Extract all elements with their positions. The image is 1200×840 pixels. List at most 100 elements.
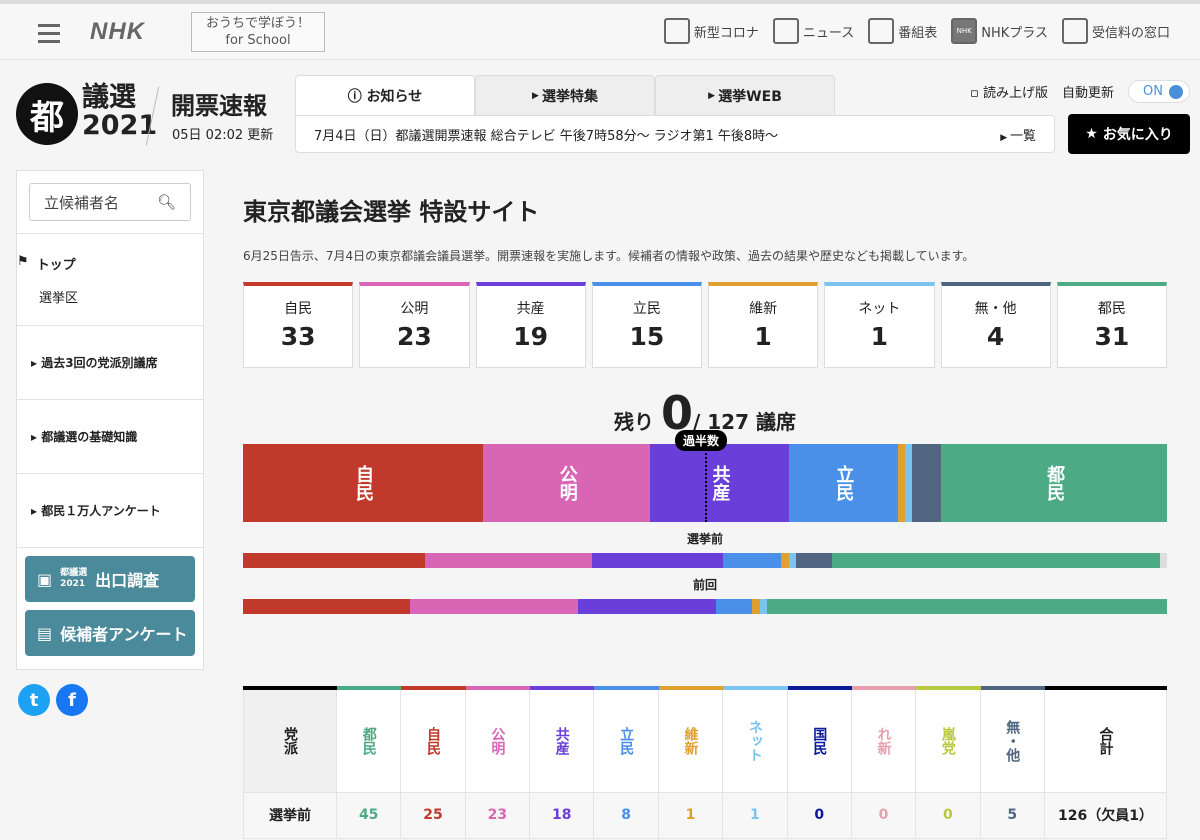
total-header: 合計	[1044, 686, 1167, 793]
nav-domo[interactable]: 受信料の窓口	[1061, 18, 1170, 44]
title-line1: 議選	[82, 82, 136, 113]
tab-notice[interactable]: ⓘ お知らせ	[295, 75, 475, 115]
school-line2: for School	[225, 33, 291, 48]
twitter-icon[interactable]: t	[18, 684, 50, 716]
sidebar-item-top[interactable]: ⚑ トップ	[17, 254, 203, 273]
party-card: ネット 1	[824, 282, 935, 368]
top-label: トップ	[36, 258, 76, 273]
table-row: 選挙前 45 25 23 18 8 1 1 0 0 0 5 126（欠員1）	[243, 791, 1167, 839]
majority-label: 過半数	[675, 430, 728, 451]
previous-label: 前回	[692, 578, 717, 592]
party-seats: 23	[396, 322, 432, 351]
nhk-logo[interactable]: NHK	[90, 18, 145, 46]
nav-label: NHKプラス	[981, 25, 1048, 41]
triangle-icon: ▶	[1000, 132, 1010, 143]
tab-label: お知らせ	[366, 88, 423, 105]
title-year: 2021	[82, 110, 158, 141]
sidebar: 立候補者名 🔍︎ ⚑ トップ 選挙区 ▸ 過去3回の党派別議席 ▸ 都議選の基礎知識…	[16, 170, 204, 670]
party-seats: 4	[986, 322, 1005, 351]
remain-label: 残り	[614, 410, 655, 434]
menu-icon[interactable]	[38, 24, 60, 48]
tab-feature[interactable]: ▶ 選挙特集	[475, 75, 655, 115]
seat-segment	[715, 599, 753, 614]
party-name: 立民	[632, 301, 661, 317]
seat-cell: 5	[979, 791, 1046, 839]
party-seats: 31	[1094, 322, 1130, 351]
nav-news[interactable]: ニュース	[772, 18, 855, 44]
party-seats: 19	[513, 322, 549, 351]
auto-update-label: 自動更新	[1062, 86, 1115, 101]
party-seats: 1	[754, 322, 772, 351]
party-column-header: 共産	[529, 686, 595, 793]
tab-label: 選挙特集	[542, 88, 599, 105]
description: 6月25日告示、7月4日の東京都議会議員選挙。開票速報を実施します。候補者の情報…	[243, 249, 975, 263]
candidate-search-input[interactable]: 立候補者名 🔍︎	[29, 183, 191, 221]
survey-icon: ▤	[37, 623, 53, 643]
facebook-icon[interactable]: f	[56, 684, 88, 716]
sidebar-item-basics[interactable]: ▸ 都議選の基礎知識	[17, 399, 203, 473]
seat-segment	[788, 553, 796, 568]
seat-segment	[243, 599, 411, 614]
party-column-header: 自民	[400, 686, 466, 793]
party-column-header: ネット	[722, 686, 788, 793]
party-card: 無・他 4	[940, 282, 1051, 368]
tab-web[interactable]: ▶ 選挙WEB	[655, 75, 835, 115]
btn-label: 候補者アンケート	[60, 625, 188, 644]
exit-poll-button[interactable]: ▣ 都議選 2021 出口調査	[25, 556, 195, 602]
notice-text[interactable]: 7月4日（日）都議選開票速報 総合テレビ 午後7時58分～ ラジオ第1 午後8時…	[314, 125, 778, 144]
read-aloud-label: 読み上げ版	[983, 86, 1049, 101]
total-cell: 126（欠員1）	[1044, 791, 1167, 839]
seat-segment	[905, 444, 913, 522]
previous-seat-bar	[243, 599, 1167, 614]
read-aloud-link[interactable]: ▫ 読み上げ版	[970, 82, 1048, 101]
before-seat-bar	[243, 553, 1167, 568]
item-label: 都民１万人アンケート	[41, 504, 161, 518]
seat-cards: 自民 33 公明 23 共産 19 立民 15 維新 1 ネット 1 無・他 4 都民 31	[243, 282, 1167, 368]
nav-nhk-plus[interactable]: NHK NHKプラス	[951, 18, 1048, 44]
poll-icon: ▣	[37, 569, 53, 589]
sidebar-item-past-seats[interactable]: ▸ 過去3回の党派別議席	[17, 325, 203, 399]
auto-update-toggle[interactable]: ON	[1128, 80, 1190, 103]
seat-segment	[410, 599, 578, 614]
nav-program-guide[interactable]: 番組表	[868, 18, 937, 44]
party-card: 共産 19	[475, 282, 586, 368]
nav-label: 受信料の窓口	[1091, 25, 1170, 41]
program-guide-icon	[868, 18, 895, 44]
tab-label: 選挙WEB	[718, 88, 782, 105]
info-icon: ⓘ	[347, 88, 367, 105]
party-column-header: 無・他	[979, 686, 1046, 793]
nav-corona[interactable]: 新型コロナ	[663, 18, 759, 44]
notice-list-link[interactable]: ▶ 一覧	[1000, 125, 1036, 144]
party-column-header: れ新	[850, 686, 917, 793]
seat-segment	[577, 599, 716, 614]
seat-cell: 0	[915, 791, 981, 839]
sidebar-item-survey[interactable]: ▸ 都民１万人アンケート	[17, 473, 203, 547]
sidebar-item-district[interactable]: 選挙区	[17, 287, 203, 306]
nav-label: ニュース	[802, 25, 855, 41]
seat-cell: 25	[400, 791, 466, 839]
seat-segment	[832, 553, 1160, 568]
btn-small: 2021	[60, 579, 86, 589]
favorite-button[interactable]: ★ お気に入り	[1068, 114, 1190, 154]
party-name: 共産	[516, 301, 545, 317]
election-header: 都 議選 2021 開票速報 05日 02:02 更新 ⓘ お知らせ ▶ 選挙特集…	[0, 60, 1200, 165]
news-icon	[772, 18, 799, 44]
party-seats: 33	[280, 322, 316, 351]
seat-segment	[424, 553, 593, 568]
candidate-survey-button[interactable]: ▤ 候補者アンケート	[25, 610, 195, 656]
seat-segment	[592, 553, 724, 568]
for-school-link[interactable]: おうちで学ぼう！ for School	[191, 12, 325, 52]
seat-segment	[752, 599, 760, 614]
seat-segment: 都民	[941, 444, 1167, 522]
seat-segment	[759, 599, 767, 614]
party-column-header: 国民	[786, 686, 852, 793]
nav-label: 新型コロナ	[693, 25, 759, 41]
seat-segment	[912, 444, 942, 522]
search-icon[interactable]: 🔍︎	[157, 193, 176, 211]
global-nav: 新型コロナ ニュース 番組表 NHK NHKプラス 受信料の窓口	[663, 18, 1170, 44]
party-column-header: 立民	[593, 686, 659, 793]
seat-segment: 自民	[243, 444, 484, 522]
nav-label: 番組表	[898, 25, 938, 41]
item-label: 都議選の基礎知識	[41, 430, 138, 444]
seat-segment	[897, 444, 906, 522]
